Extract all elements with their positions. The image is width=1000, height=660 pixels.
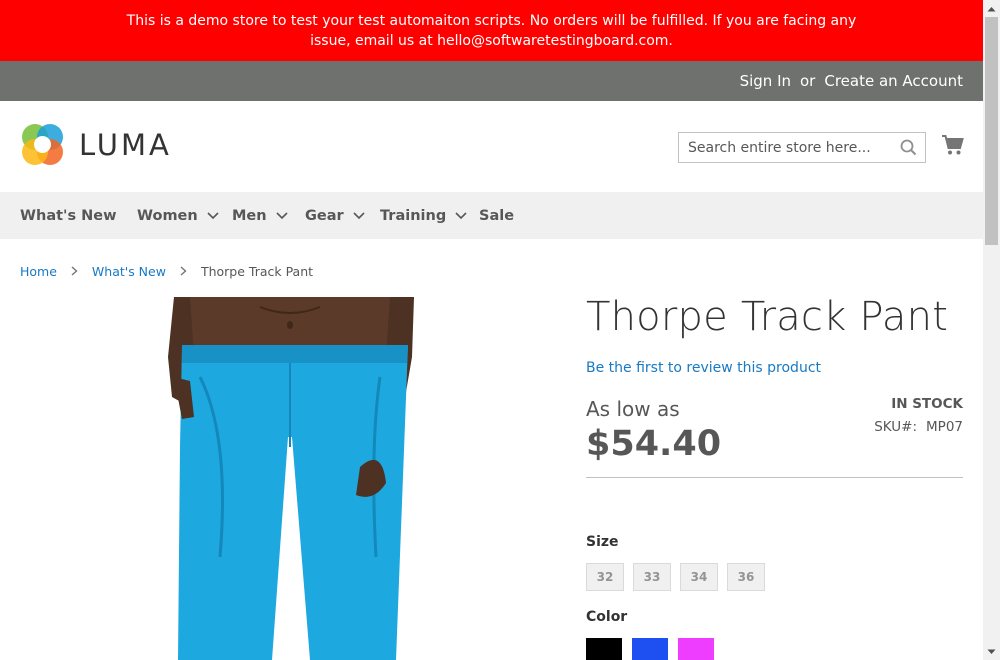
product-image[interactable] [160,297,420,660]
size-label: Size [586,534,619,550]
search-input[interactable] [679,133,898,162]
scroll-down-arrow-icon[interactable] [983,643,1000,660]
logo-text: LUMA [79,127,172,162]
nav-item-label: What's New [20,207,117,224]
price-prefix: As low as [586,397,680,421]
chevron-right-icon [71,264,78,279]
size-swatch-34[interactable]: 34 [680,563,718,591]
breadcrumb-current: Thorpe Track Pant [200,264,314,279]
breadcrumb: Home What's New Thorpe Track Pant [20,264,313,279]
size-options: 32 33 34 36 [586,563,774,591]
create-account-link[interactable]: Create an Account [824,72,963,90]
sign-in-link[interactable]: Sign In [740,72,791,90]
luma-logo[interactable]: LUMA [20,122,172,167]
search-box [678,132,926,163]
vertical-scrollbar[interactable] [983,0,1000,660]
page: This is a demo store to test your test a… [0,0,983,660]
scroll-up-arrow-icon[interactable] [983,0,1000,17]
nav-item-sale[interactable]: Sale [479,192,514,239]
size-swatch-33[interactable]: 33 [633,563,671,591]
main-navigation: What's New Women Men Gear Training Sale [0,192,983,239]
nav-item-label: Sale [479,207,515,224]
size-swatch-36[interactable]: 36 [727,563,765,591]
demo-banner-text: This is a demo store to test your test a… [126,12,857,49]
or-text: or [800,72,816,90]
scrollbar-thumb[interactable] [985,17,998,245]
color-options [586,638,724,660]
nav-item-whats-new[interactable]: What's New [20,192,117,239]
breadcrumb-home[interactable]: Home [20,264,57,279]
cart-icon[interactable] [941,134,964,160]
breadcrumb-whats-new[interactable]: What's New [92,264,166,279]
review-link[interactable]: Be the first to review this product [586,360,821,376]
color-label: Color [586,609,628,625]
color-swatch-blue[interactable] [632,638,668,660]
color-swatch-black[interactable] [586,638,622,660]
size-swatch-32[interactable]: 32 [586,563,624,591]
product-price: $54.40 [586,424,722,464]
chevron-down-icon [353,208,365,224]
color-swatch-purple[interactable] [678,638,714,660]
divider [586,477,963,478]
nav-item-men[interactable]: Men [232,192,288,239]
nav-item-women[interactable]: Women [137,192,219,239]
stock-status: In stock [891,396,963,412]
demo-store-banner: This is a demo store to test your test a… [0,0,983,61]
nav-item-training[interactable]: Training [380,192,467,239]
sku-label: SKU#: [874,419,918,435]
header-links: Sign In or Create an Account [740,61,963,101]
luma-logo-icon [22,124,63,165]
nav-item-label: Training [380,207,447,224]
nav-item-gear[interactable]: Gear [305,192,365,239]
chevron-down-icon [207,208,219,224]
sku-value: MP07 [926,419,963,435]
chevron-down-icon [455,208,467,224]
nav-item-label: Gear [305,207,344,224]
nav-item-label: Women [137,207,198,224]
chevron-down-icon [276,208,288,224]
nav-item-label: Men [232,207,267,224]
header-panel: Sign In or Create an Account [0,61,983,101]
product-title: Thorpe Track Pant [586,294,949,340]
search-icon[interactable] [900,139,917,160]
chevron-right-icon [180,264,187,279]
product-sku: SKU#: MP07 [874,419,963,435]
